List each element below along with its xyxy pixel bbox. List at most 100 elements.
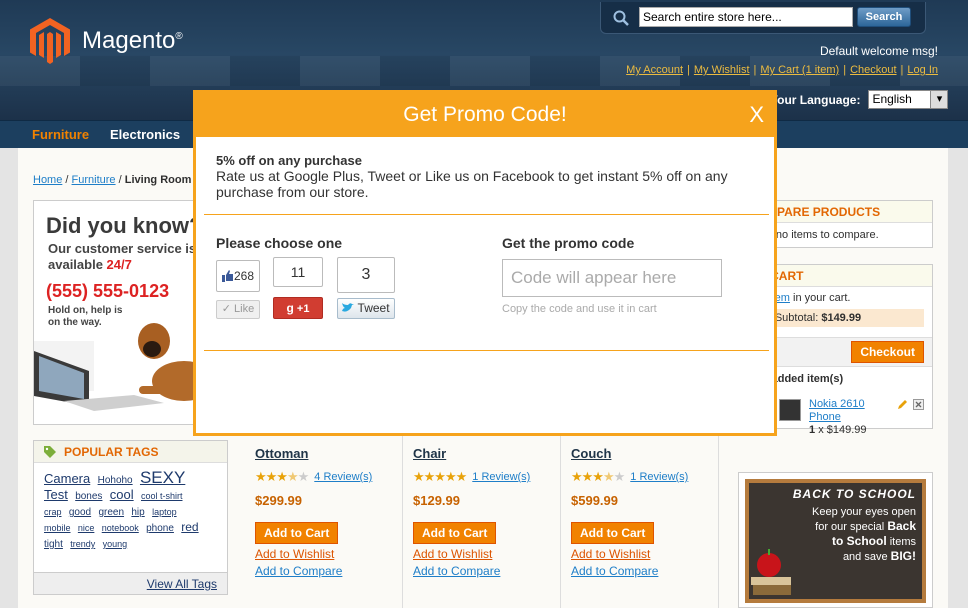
choose-one-title: Please choose one [216, 235, 343, 251]
tag-link[interactable]: green [98, 507, 124, 518]
top-links: My Account | My Wishlist | My Cart (1 item) |… [626, 64, 938, 76]
tag-icon [44, 445, 56, 458]
modal-header: Get Promo Code! X [196, 93, 774, 137]
tag-link[interactable]: notebook [102, 523, 139, 533]
tag-link[interactable]: nice [78, 523, 95, 533]
checkout-link[interactable]: Checkout [850, 64, 896, 76]
language-select[interactable]: English [868, 90, 949, 109]
breadcrumb-current: Living Room [124, 174, 192, 186]
gplus-icon: g [286, 301, 294, 315]
offer-description: Rate us at Google Plus, Tweet or Like us… [216, 168, 728, 200]
reviews-link[interactable]: 4 Review(s) [314, 471, 372, 483]
tags-footer: View All Tags [34, 572, 227, 594]
tweet-count: 3 [337, 257, 395, 293]
tag-link[interactable]: red [181, 520, 198, 534]
facebook-like-count: 268 [216, 260, 260, 292]
add-to-wishlist-link[interactable]: Add to Wishlist [571, 547, 708, 561]
checkout-button[interactable]: Checkout [851, 341, 924, 363]
check-icon: ✓ [221, 303, 231, 315]
banner-phone: (555) 555-0123 [46, 281, 170, 301]
banner-line: for our special Back [815, 519, 916, 533]
product-rating: ★★★ ★ ★ 4 Review(s) [255, 469, 392, 485]
tag-link[interactable]: good [69, 507, 91, 518]
tag-link[interactable]: tight [44, 539, 63, 550]
product-name[interactable]: Chair [413, 446, 550, 461]
add-to-wishlist-link[interactable]: Add to Wishlist [413, 547, 550, 561]
language-switcher: Your Language: English [770, 90, 949, 109]
half-star-icon: ★ [602, 469, 615, 484]
promo-code-hint: Copy the code and use it in cart [502, 303, 657, 315]
tag-link[interactable]: cool [110, 487, 134, 502]
add-to-compare-link[interactable]: Add to Compare [571, 564, 708, 578]
product-price: $599.99 [571, 493, 618, 508]
star-icon: ★★★★★ [413, 469, 467, 484]
banner-title: Did you know? [46, 213, 203, 238]
gplus-button[interactable]: g +1 [273, 297, 323, 319]
language-label: Your Language: [770, 92, 861, 107]
search-bar: Search entire store here... Search [600, 2, 926, 34]
twitter-bird-icon [342, 303, 355, 312]
add-to-cart-button[interactable]: Add to Cart [571, 522, 655, 544]
remove-icon[interactable] [913, 399, 924, 410]
facebook-like-button[interactable]: ✓ Like [216, 300, 260, 319]
star-icon: ★★★ [571, 469, 604, 484]
cart-item-thumbnail[interactable] [779, 399, 801, 421]
tag-link[interactable]: laptop [152, 507, 177, 517]
add-to-wishlist-link[interactable]: Add to Wishlist [255, 547, 392, 561]
gplus-count: 11 [273, 257, 323, 287]
apple-books-icon [751, 549, 791, 595]
add-to-compare-link[interactable]: Add to Compare [413, 564, 550, 578]
product-price: $129.99 [413, 493, 460, 508]
back-to-school-banner[interactable]: BACK TO SCHOOL Keep your eyes open for o… [738, 472, 933, 608]
offer-heading: 5% off on any purchase [216, 153, 362, 168]
my-wishlist-link[interactable]: My Wishlist [694, 64, 750, 76]
breadcrumb-furniture[interactable]: Furniture [72, 174, 116, 186]
brand-name: Magento® [82, 27, 183, 54]
cart-item-name[interactable]: Nokia 2610 Phone [809, 398, 865, 423]
tag-link[interactable]: Hohoho [98, 475, 133, 486]
search-icon [613, 10, 629, 26]
modal-divider [204, 350, 769, 351]
product-card: Ottoman ★★★ ★ ★ 4 Review(s) $299.99 Add to … [245, 436, 403, 608]
modal-intro: 5% off on any purchase Rate us at Google… [196, 137, 774, 216]
tweet-button[interactable]: Tweet [337, 298, 395, 319]
tag-link[interactable]: phone [146, 523, 174, 534]
nav-item-furniture[interactable]: Furniture [32, 127, 89, 142]
product-card: Chair ★★★★★ 1 Review(s) $129.99 Add to Ca… [403, 436, 561, 608]
site-logo[interactable]: Magento® [30, 18, 183, 64]
search-input[interactable]: Search entire store here... [639, 7, 853, 27]
tag-link[interactable]: mobile [44, 523, 71, 533]
promo-code-field[interactable]: Code will appear here [502, 259, 722, 297]
view-all-tags-link[interactable]: View All Tags [147, 577, 217, 591]
tag-link[interactable]: Camera [44, 471, 90, 486]
add-to-compare-link[interactable]: Add to Compare [255, 564, 392, 578]
reviews-link[interactable]: 1 Review(s) [630, 471, 688, 483]
add-to-cart-button[interactable]: Add to Cart [255, 522, 339, 544]
get-code-title: Get the promo code [502, 235, 635, 251]
login-link[interactable]: Log In [907, 64, 938, 76]
my-account-link[interactable]: My Account [626, 64, 683, 76]
popular-tags-header: POPULAR TAGS [34, 441, 227, 463]
breadcrumb-home[interactable]: Home [33, 174, 62, 186]
tag-link[interactable]: SEXY [140, 468, 185, 487]
modal-divider [204, 214, 769, 215]
add-to-cart-button[interactable]: Add to Cart [413, 522, 497, 544]
search-button[interactable]: Search [857, 7, 911, 27]
tag-link[interactable]: trendy [70, 539, 95, 549]
tag-link[interactable]: young [103, 539, 128, 549]
nav-item-electronics[interactable]: Electronics [110, 127, 180, 142]
star-icon: ★ [297, 469, 310, 484]
product-name[interactable]: Couch [571, 446, 708, 461]
breadcrumb: Home / Furniture / Living Room [33, 174, 192, 186]
tag-link[interactable]: Test [44, 487, 68, 502]
my-cart-link[interactable]: My Cart (1 item) [760, 64, 839, 76]
thumbs-up-icon [221, 270, 233, 282]
tag-link[interactable]: crap [44, 507, 62, 517]
tag-link[interactable]: cool t-shirt [141, 491, 183, 501]
product-name[interactable]: Ottoman [255, 446, 392, 461]
edit-icon[interactable] [897, 399, 908, 410]
reviews-link[interactable]: 1 Review(s) [472, 471, 530, 483]
tag-link[interactable]: hip [131, 507, 144, 518]
close-icon[interactable]: X [749, 93, 764, 137]
tag-link[interactable]: bones [75, 491, 102, 502]
